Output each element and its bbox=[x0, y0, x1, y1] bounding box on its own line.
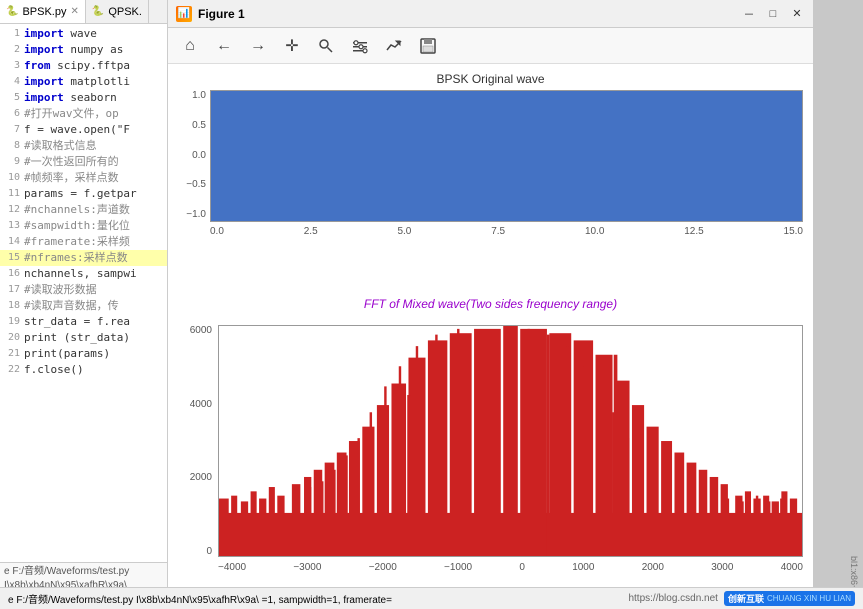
figure-toolbar: ⌂ ← → ✛ bbox=[168, 28, 813, 64]
editor-tabs: 🐍 BPSK.py ✕ 🐍 QPSK. bbox=[0, 0, 167, 24]
top-plot-title: BPSK Original wave bbox=[178, 72, 803, 86]
back-button[interactable]: ← bbox=[210, 32, 238, 60]
code-line-3: 3 from scipy.fftpa bbox=[0, 58, 167, 74]
bottom-path: e F:/音频/Waveforms/test.py I\x8b\xb4nN\x9… bbox=[8, 591, 392, 606]
editor-content: 1 import wave 2 import numpy as 3 from s… bbox=[0, 24, 167, 562]
code-lines: 1 import wave 2 import numpy as 3 from s… bbox=[0, 24, 167, 380]
minimize-button[interactable]: － bbox=[741, 6, 757, 22]
figure-app-icon: 📊 bbox=[176, 6, 192, 22]
code-line-14: 14 #framerate:采样频 bbox=[0, 234, 167, 250]
save-button[interactable] bbox=[414, 32, 442, 60]
code-line-6: 6 #打开wav文件，op bbox=[0, 106, 167, 122]
editor-panel: 🐍 BPSK.py ✕ 🐍 QPSK. 1 import wave 2 impo… bbox=[0, 0, 168, 609]
right-panel: bl1:x86+x84 bbox=[813, 0, 863, 609]
chart-button[interactable] bbox=[380, 32, 408, 60]
bottom-plot-title: FFT of Mixed wave(Two sides frequency ra… bbox=[178, 297, 803, 311]
code-line-22: 22 f.close() bbox=[0, 362, 167, 378]
tab-close-bpsk[interactable]: ✕ bbox=[70, 6, 78, 17]
bottom-plot-canvas bbox=[218, 325, 803, 557]
forward-button[interactable]: → bbox=[244, 32, 272, 60]
path-line-1: e F:/音频/Waveforms/test.py bbox=[4, 565, 163, 579]
fft-chart-svg bbox=[219, 326, 802, 556]
code-line-8: 8 #读取格式信息 bbox=[0, 138, 167, 154]
top-plot: BPSK Original wave 1.0 0.5 0.0 −0.5 −1.0 bbox=[168, 64, 813, 293]
brand-name: 创新互联 bbox=[728, 592, 764, 605]
code-line-16: 16 nchannels, sampwi bbox=[0, 266, 167, 282]
figure-window-controls: － □ ✕ bbox=[741, 6, 805, 22]
zoom-button[interactable] bbox=[312, 32, 340, 60]
code-line-21: 21 print(params) bbox=[0, 346, 167, 362]
code-line-17: 17 #读取波形数据 bbox=[0, 282, 167, 298]
code-line-7: 7 f = wave.open("F bbox=[0, 122, 167, 138]
brand-subtext: CHUANG XIN HU LIAN bbox=[767, 594, 851, 603]
code-line-15: 15 #nframes:采样点数 bbox=[0, 250, 167, 266]
code-line-18: 18 #读取声音数据，传 bbox=[0, 298, 167, 314]
bottom-plot: FFT of Mixed wave(Two sides frequency ra… bbox=[168, 293, 813, 587]
code-line-10: 10 #帧频率，采样点数 bbox=[0, 170, 167, 186]
figure-title-group: 📊 Figure 1 bbox=[176, 6, 245, 22]
code-line-13: 13 #sampwidth:量化位 bbox=[0, 218, 167, 234]
pan-button[interactable]: ✛ bbox=[278, 32, 306, 60]
adjust-button[interactable] bbox=[346, 32, 374, 60]
code-line-1: 1 import wave bbox=[0, 26, 167, 42]
figure-window: 📊 Figure 1 － □ ✕ ⌂ ← → ✛ bbox=[168, 0, 813, 609]
figure-title: Figure 1 bbox=[198, 7, 245, 21]
top-plot-y-axis: 1.0 0.5 0.0 −0.5 −1.0 bbox=[178, 90, 210, 220]
code-line-20: 20 print (str_data) bbox=[0, 330, 167, 346]
home-button[interactable]: ⌂ bbox=[176, 32, 204, 60]
url-text: https://blog.csdn.net bbox=[628, 593, 718, 604]
figure-titlebar: 📊 Figure 1 － □ ✕ bbox=[168, 0, 813, 28]
code-line-5: 5 import seaborn bbox=[0, 90, 167, 106]
bottom-plot-x-axis: −4000 −3000 −2000 −1000 0 1000 2000 3000… bbox=[218, 559, 803, 575]
code-line-2: 2 import numpy as bbox=[0, 42, 167, 58]
bpsk-wave-svg bbox=[211, 91, 802, 221]
brand-logo: 创新互联 CHUANG XIN HU LIAN bbox=[724, 591, 855, 606]
tab-bpsk[interactable]: 🐍 BPSK.py ✕ bbox=[0, 0, 86, 23]
code-line-4: 4 import matplotli bbox=[0, 74, 167, 90]
bottom-plot-y-axis: 6000 4000 2000 0 bbox=[178, 325, 216, 557]
code-line-11: 11 params = f.getpar bbox=[0, 186, 167, 202]
figure-plots: BPSK Original wave 1.0 0.5 0.0 −0.5 −1.0 bbox=[168, 64, 813, 587]
close-button[interactable]: ✕ bbox=[789, 6, 805, 22]
code-line-19: 19 str_data = f.rea bbox=[0, 314, 167, 330]
top-plot-x-axis: 0.0 2.5 5.0 7.5 10.0 12.5 15.0 bbox=[210, 222, 803, 240]
watermark-area: https://blog.csdn.net 创新互联 CHUANG XIN HU… bbox=[628, 591, 855, 606]
tab-qpsk[interactable]: 🐍 QPSK. bbox=[86, 0, 149, 23]
app-statusbar: e F:/音频/Waveforms/test.py I\x8b\xb4nN\x9… bbox=[0, 587, 863, 609]
code-line-9: 9 #一次性返回所有的 bbox=[0, 154, 167, 170]
maximize-button[interactable]: □ bbox=[765, 6, 781, 22]
top-plot-canvas bbox=[210, 90, 803, 222]
code-line-12: 12 #nchannels:声道数 bbox=[0, 202, 167, 218]
